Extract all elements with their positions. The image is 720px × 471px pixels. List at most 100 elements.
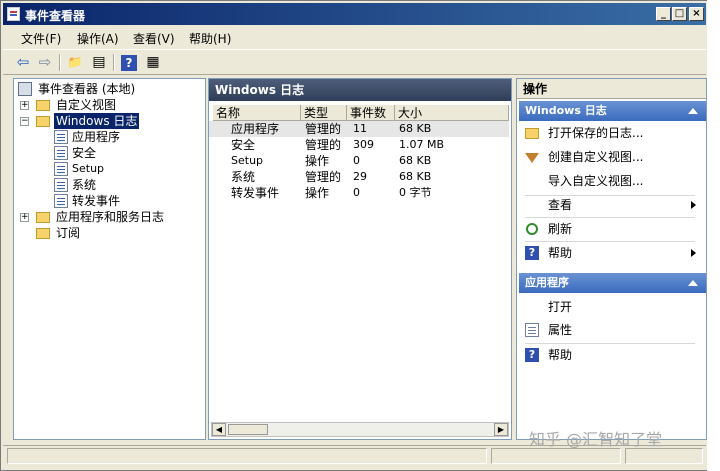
- table-row[interactable]: 应用程序 管理的 11 68 KB: [209, 121, 509, 137]
- help-icon[interactable]: ?: [121, 55, 137, 71]
- action-label: 导入自定义视图...: [548, 174, 644, 188]
- cell-count: 11: [353, 122, 367, 135]
- horizontal-scrollbar[interactable]: ◀ ▶: [211, 422, 509, 437]
- cell-count: 29: [353, 170, 367, 183]
- show-hide-action-pane-icon[interactable]: ▦: [143, 53, 163, 72]
- action-label: 打开: [548, 300, 573, 314]
- cell-count: 309: [353, 138, 374, 151]
- action-refresh[interactable]: 刷新: [517, 219, 706, 239]
- collapse-up-icon[interactable]: [688, 280, 698, 286]
- action-create-custom-view[interactable]: 创建自定义视图...: [517, 147, 706, 167]
- action-open-saved-log[interactable]: 打开保存的日志...: [517, 123, 706, 143]
- column-header-type[interactable]: 类型: [301, 105, 347, 121]
- collapse-up-icon[interactable]: [688, 108, 698, 114]
- section-header-windows-logs[interactable]: Windows 日志: [519, 101, 706, 121]
- action-divider: [525, 217, 695, 218]
- log-icon: [54, 146, 68, 160]
- event-viewer-icon: [18, 82, 32, 96]
- open-folder-icon: [525, 128, 539, 139]
- table-row[interactable]: 安全 管理的 309 1.07 MB: [209, 137, 509, 153]
- action-label: 帮助: [548, 246, 573, 260]
- column-header-count[interactable]: 事件数: [347, 105, 395, 121]
- log-icon: [54, 162, 68, 176]
- menu-bar: 文件(F) 操作(A) 查看(V) 帮助(H): [3, 26, 706, 48]
- event-viewer-app-icon: [7, 7, 20, 21]
- show-hide-tree-icon[interactable]: ▤: [89, 53, 109, 72]
- cell-count: 0: [353, 186, 360, 199]
- back-arrow-icon[interactable]: ⇦: [13, 53, 33, 72]
- title-bar: 事件查看器 _ □ ×: [3, 3, 706, 25]
- log-list-pane: Windows 日志 名称 类型 事件数 大小 应用程序 管理的 11 68 K…: [208, 78, 512, 440]
- menu-help[interactable]: 帮助(H): [189, 30, 231, 47]
- console-tree: 事件查看器 (本地) + 自定义视图 − Windows 日志 应用程序 安全 …: [13, 78, 206, 440]
- collapse-minus-icon[interactable]: −: [20, 117, 29, 126]
- menu-action[interactable]: 操作(A): [77, 30, 119, 47]
- section-header-label: 应用程序: [525, 276, 569, 289]
- log-icon: [54, 130, 68, 144]
- action-view[interactable]: 查看: [517, 195, 706, 215]
- scroll-left-icon[interactable]: ◀: [212, 423, 226, 436]
- cell-type: 操作: [305, 186, 330, 200]
- column-header-size[interactable]: 大小: [395, 105, 509, 121]
- scrollbar-thumb[interactable]: [228, 424, 268, 435]
- section-header-label: Windows 日志: [525, 104, 607, 117]
- maximize-button[interactable]: □: [672, 7, 687, 21]
- cell-count: 0: [353, 154, 360, 167]
- help-icon: ?: [525, 348, 539, 362]
- action-open[interactable]: 打开: [517, 297, 706, 317]
- action-help-application[interactable]: ? 帮助: [517, 345, 706, 365]
- submenu-arrow-icon: [691, 249, 696, 257]
- tree-label: 应用程序: [72, 130, 121, 144]
- expand-plus-icon[interactable]: +: [20, 101, 29, 110]
- cell-type: 管理的: [305, 122, 342, 136]
- properties-icon: [525, 323, 539, 337]
- action-label: 刷新: [548, 222, 573, 236]
- up-folder-icon[interactable]: 📁: [65, 53, 85, 72]
- event-viewer-window: 事件查看器 _ □ × 文件(F) 操作(A) 查看(V) 帮助(H) ⇦ ⇨ …: [0, 0, 720, 471]
- table-row[interactable]: 转发事件 操作 0 0 字节: [209, 185, 509, 201]
- page-edge: [707, 0, 720, 471]
- action-properties[interactable]: 属性: [517, 320, 706, 340]
- cell-name: 转发事件: [231, 186, 280, 200]
- minimize-button[interactable]: _: [656, 7, 671, 21]
- table-row[interactable]: Setup 操作 0 68 KB: [209, 153, 509, 169]
- tree-label: 事件查看器 (本地): [38, 82, 136, 96]
- action-label: 帮助: [548, 348, 573, 362]
- column-header-name[interactable]: 名称: [213, 105, 301, 121]
- subscription-folder-icon: [36, 228, 50, 239]
- actions-pane: 操作 Windows 日志 打开保存的日志... 创建自定义视图... 导入自定…: [516, 78, 707, 440]
- submenu-arrow-icon: [691, 201, 696, 209]
- folder-icon: [36, 212, 50, 223]
- status-cell: [491, 448, 621, 464]
- cell-name: 应用程序: [231, 122, 280, 136]
- action-help[interactable]: ? 帮助: [517, 243, 706, 263]
- folder-icon: [36, 116, 50, 127]
- tree-label: 系统: [72, 178, 97, 192]
- refresh-icon: [526, 223, 538, 235]
- actions-pane-title: 操作: [517, 79, 706, 99]
- forward-arrow-icon[interactable]: ⇨: [35, 53, 55, 72]
- menu-file[interactable]: 文件(F): [21, 30, 61, 47]
- tree-label: 订阅: [56, 226, 81, 240]
- action-divider: [525, 241, 695, 242]
- scroll-right-icon[interactable]: ▶: [494, 423, 508, 436]
- action-label: 创建自定义视图...: [548, 150, 644, 164]
- tree-label: Setup: [72, 162, 105, 175]
- action-import-custom-view[interactable]: 导入自定义视图...: [517, 171, 706, 191]
- filter-icon: [525, 153, 539, 163]
- status-cell: [625, 448, 703, 464]
- table-row[interactable]: 系统 管理的 29 68 KB: [209, 169, 509, 185]
- tree-label: 自定义视图: [56, 98, 117, 112]
- folder-icon: [36, 100, 50, 111]
- cell-size: 68 KB: [399, 154, 432, 167]
- status-cell: [7, 448, 487, 464]
- action-label: 打开保存的日志...: [548, 126, 644, 140]
- menu-view[interactable]: 查看(V): [133, 30, 175, 47]
- section-header-application[interactable]: 应用程序: [519, 273, 706, 293]
- action-label: 属性: [548, 323, 573, 337]
- cell-size: 68 KB: [399, 170, 432, 183]
- tree-label-selected: Windows 日志: [54, 113, 140, 129]
- cell-size: 0 字节: [399, 186, 432, 199]
- expand-plus-icon[interactable]: +: [20, 213, 29, 222]
- close-button[interactable]: ×: [689, 7, 704, 21]
